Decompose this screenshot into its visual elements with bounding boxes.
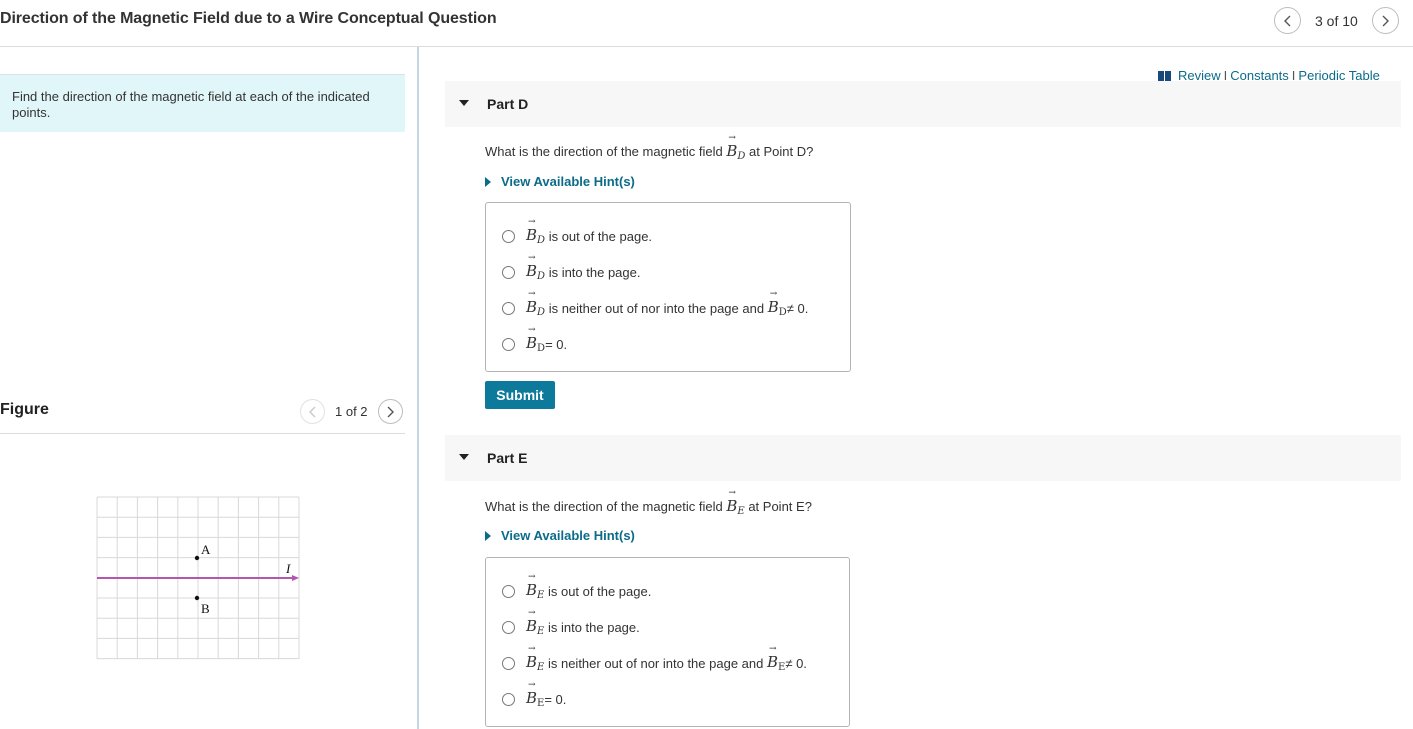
caret-right-icon [485, 176, 491, 187]
part-e-hint-toggle[interactable]: View Available Hint(s) [485, 528, 635, 543]
radio-button[interactable] [502, 301, 515, 315]
point-b-label: B [201, 601, 210, 616]
wire-figure: A B I [96, 496, 300, 660]
part-e-header[interactable]: Part E [445, 435, 1401, 481]
item-pager: 3 of 10 [1274, 7, 1399, 34]
radio-button[interactable] [502, 620, 515, 634]
b-vector-symbol: BE [726, 488, 744, 517]
chevron-left-icon [1284, 15, 1291, 26]
part-e-choice-zero[interactable]: BE= 0. [502, 680, 566, 709]
part-e-choice-neither[interactable]: BE is neither out of nor into the page a… [502, 644, 807, 673]
figure-pager-text: 1 of 2 [335, 404, 368, 419]
figure-pager: 1 of 2 [300, 399, 403, 424]
part-d-choice-neither[interactable]: BD is neither out of nor into the page a… [502, 289, 808, 318]
radio-button[interactable] [502, 229, 515, 243]
point-b-dot [194, 595, 200, 601]
submit-button[interactable]: Submit [485, 381, 555, 409]
page-title: Direction of the Magnetic Field due to a… [0, 10, 497, 27]
part-e-label: Part E [487, 450, 528, 466]
part-d-choice-zero[interactable]: BD= 0. [502, 325, 567, 354]
point-a-label: A [201, 542, 211, 557]
previous-figure-button[interactable] [300, 399, 325, 424]
b-vector-symbol: BD [726, 133, 745, 162]
part-d-hint-toggle[interactable]: View Available Hint(s) [485, 174, 635, 189]
caret-down-icon [459, 100, 469, 106]
part-d-question: What is the direction of the magnetic fi… [485, 133, 813, 162]
part-e-choice-into[interactable]: BE is into the page. [502, 608, 640, 637]
caret-down-icon [459, 454, 469, 460]
book-icon [1158, 70, 1171, 81]
part-d-choice-out[interactable]: BD is out of the page. [502, 217, 652, 246]
part-d-choices: BD is out of the page. BD is into the pa… [485, 202, 851, 372]
part-e-choice-out[interactable]: BE is out of the page. [502, 572, 651, 601]
next-figure-button[interactable] [377, 399, 403, 424]
problem-intro: Find the direction of the magnetic field… [0, 74, 405, 132]
radio-button[interactable] [502, 265, 515, 279]
part-d-choice-into[interactable]: BD is into the page. [502, 253, 640, 282]
chevron-right-icon [1382, 15, 1389, 26]
radio-button[interactable] [502, 584, 515, 598]
chevron-right-icon [387, 406, 394, 417]
part-e-question: What is the direction of the magnetic fi… [485, 488, 812, 517]
chevron-left-icon [309, 406, 316, 417]
current-label: I [285, 561, 291, 576]
caret-right-icon [485, 530, 491, 541]
part-d-header[interactable]: Part D [445, 81, 1401, 127]
top-bar: Direction of the Magnetic Field due to a… [0, 0, 1413, 47]
next-item-button[interactable] [1371, 7, 1399, 34]
previous-item-button[interactable] [1274, 7, 1301, 34]
item-pager-text: 3 of 10 [1315, 12, 1358, 29]
figure-title: Figure [0, 401, 49, 418]
part-d-label: Part D [487, 96, 529, 112]
radio-button[interactable] [502, 656, 515, 670]
figure-header: Figure 1 of 2 [0, 396, 405, 434]
current-arrow-icon [292, 575, 299, 581]
point-a-dot [194, 555, 200, 561]
radio-button[interactable] [502, 337, 515, 351]
panel-divider[interactable] [417, 47, 419, 729]
radio-button[interactable] [502, 692, 515, 706]
part-e-choices: BE is out of the page. BE is into the pa… [485, 557, 850, 727]
